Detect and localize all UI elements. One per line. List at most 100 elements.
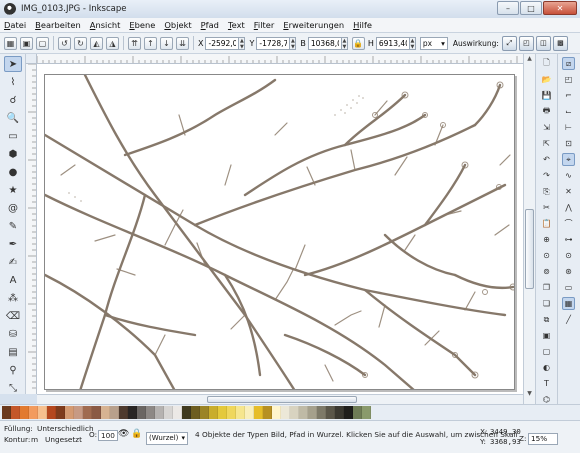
pen-tool-icon[interactable]: ✒	[4, 236, 22, 252]
snap-rotation-center-icon[interactable]: ⊛	[562, 265, 575, 278]
zoom-tool-icon[interactable]: 🔍	[4, 110, 22, 126]
snap-cusp-icon[interactable]: ⋀	[562, 201, 575, 214]
clone-icon[interactable]: ❏	[540, 297, 553, 310]
menu-ansicht[interactable]: Ansicht	[90, 20, 121, 30]
rectangle-tool-icon[interactable]: ▭	[4, 128, 22, 144]
menu-text[interactable]: Text	[228, 20, 245, 30]
vertical-ruler[interactable]	[26, 64, 37, 394]
palette-swatch[interactable]	[119, 406, 128, 419]
deselect-icon[interactable]: ▢	[36, 36, 49, 50]
palette-swatch[interactable]	[317, 406, 326, 419]
save-icon[interactable]: 💾	[540, 89, 553, 102]
width-spinner[interactable]: ▲ ▼	[341, 36, 348, 50]
stroke-width[interactable]: m	[31, 435, 38, 444]
palette-swatch[interactable]	[326, 406, 335, 419]
palette-swatch[interactable]	[200, 406, 209, 419]
palette-swatch[interactable]	[38, 406, 47, 419]
snap-grids-icon[interactable]: ▦	[562, 297, 575, 310]
palette-swatch[interactable]	[209, 406, 218, 419]
maximize-button[interactable]: □	[520, 1, 542, 15]
palette-swatch[interactable]	[128, 406, 137, 419]
palette-swatch[interactable]	[56, 406, 65, 419]
pencil-tool-icon[interactable]: ✎	[4, 218, 22, 234]
export-icon[interactable]: ⇱	[540, 137, 553, 150]
tweak-tool-icon[interactable]: ☌	[4, 92, 22, 108]
palette-swatch[interactable]	[11, 406, 20, 419]
close-button[interactable]: ✕	[543, 1, 577, 15]
x-spinner[interactable]: ▲ ▼	[239, 36, 246, 50]
paint-bucket-tool-icon[interactable]: ⛁	[4, 326, 22, 342]
y-input[interactable]	[256, 36, 291, 50]
move-gradients-icon[interactable]: ◫	[535, 35, 551, 51]
fill-stroke-icon[interactable]: ◐	[540, 361, 553, 374]
copy-icon[interactable]: ⎘	[540, 185, 553, 198]
palette-swatch[interactable]	[218, 406, 227, 419]
open-icon[interactable]: 📂	[540, 73, 553, 86]
x-input[interactable]	[205, 36, 240, 50]
minimize-button[interactable]: –	[497, 1, 519, 15]
text-font-icon[interactable]: T	[540, 377, 553, 390]
vertical-scroll-thumb[interactable]	[525, 209, 534, 289]
selector-tool-icon[interactable]: ➤	[4, 56, 22, 72]
height-input[interactable]	[375, 36, 410, 50]
duplicate-icon[interactable]: ❐	[540, 281, 553, 294]
palette-swatch[interactable]	[191, 406, 200, 419]
calligraphy-tool-icon[interactable]: ✍	[4, 254, 22, 270]
print-icon[interactable]: 🖶	[540, 105, 553, 118]
select-all-layers-icon[interactable]: ▣	[20, 36, 33, 50]
snap-midpoints-icon[interactable]: ⊶	[562, 233, 575, 246]
zoom-page-icon[interactable]: ⊚	[540, 265, 553, 278]
palette-swatch[interactable]	[101, 406, 110, 419]
palette-swatch[interactable]	[2, 406, 11, 419]
horizontal-scroll-thumb[interactable]	[207, 396, 357, 403]
menu-datei[interactable]: Datei	[4, 20, 26, 30]
flip-vertical-icon[interactable]: ◮	[106, 36, 119, 50]
group-icon[interactable]: ▣	[540, 329, 553, 342]
zoom-input[interactable]: 15%	[528, 433, 558, 445]
eraser-tool-icon[interactable]: ⌫	[4, 308, 22, 324]
lock-ratio-icon[interactable]: 🔒	[351, 36, 365, 50]
scroll-down-icon[interactable]: ▼	[525, 390, 534, 399]
palette-swatch[interactable]	[155, 406, 164, 419]
snap-nodes-icon[interactable]: ⌖	[562, 153, 575, 166]
dropper-tool-icon[interactable]: ⚲	[4, 362, 22, 378]
snap-smooth-icon[interactable]: ⌒	[562, 217, 575, 230]
height-spinner[interactable]: ▲ ▼	[409, 36, 416, 50]
undo-icon[interactable]: ↶	[540, 153, 553, 166]
scale-stroke-icon[interactable]: ⤢	[501, 35, 517, 51]
palette-swatch[interactable]	[74, 406, 83, 419]
palette-swatch[interactable]	[47, 406, 56, 419]
star-tool-icon[interactable]: ★	[4, 182, 22, 198]
palette-swatch[interactable]	[227, 406, 236, 419]
zoom-selection-icon[interactable]: ⊕	[540, 233, 553, 246]
snap-guides-icon[interactable]: ╱	[562, 313, 575, 326]
palette-swatch[interactable]	[236, 406, 245, 419]
spray-tool-icon[interactable]: ⁂	[4, 290, 22, 306]
palette-swatch[interactable]	[272, 406, 281, 419]
palette-swatch[interactable]	[92, 406, 101, 419]
y-spinner[interactable]: ▲ ▼	[290, 36, 297, 50]
rotate-cw-icon[interactable]: ↻	[74, 36, 87, 50]
snap-bbox-midpoint-icon[interactable]: ⊢	[562, 121, 575, 134]
snap-bbox-center-icon[interactable]: ⊡	[562, 137, 575, 150]
horizontal-scrollbar[interactable]	[37, 394, 523, 404]
palette-swatch[interactable]	[308, 406, 317, 419]
eye-visibility-icon[interactable]: 👁	[118, 429, 129, 439]
width-input[interactable]	[307, 36, 342, 50]
palette-swatch[interactable]	[20, 406, 29, 419]
lock-icon[interactable]: 🔒	[131, 429, 142, 439]
snap-page-border-icon[interactable]: ▭	[562, 281, 575, 294]
new-document-icon[interactable]: 🗋	[540, 57, 553, 70]
menu-objekt[interactable]: Objekt	[164, 20, 191, 30]
palette-swatch[interactable]	[182, 406, 191, 419]
zoom-drawing-icon[interactable]: ⊙	[540, 249, 553, 262]
fill-value[interactable]: Unterschiedlich	[37, 424, 94, 433]
menu-bearbeiten[interactable]: Bearbeiten	[35, 20, 81, 30]
opacity-input[interactable]: 100	[98, 430, 118, 441]
scale-corners-icon[interactable]: ◰	[518, 35, 534, 51]
node-tool-icon[interactable]: ⌇	[4, 74, 22, 90]
redo-icon[interactable]: ↷	[540, 169, 553, 182]
lower-to-bottom-icon[interactable]: ⇊	[176, 36, 189, 50]
select-all-icon[interactable]: ▦	[4, 36, 17, 50]
menu-erweiterungen[interactable]: Erweiterungen	[283, 20, 344, 30]
